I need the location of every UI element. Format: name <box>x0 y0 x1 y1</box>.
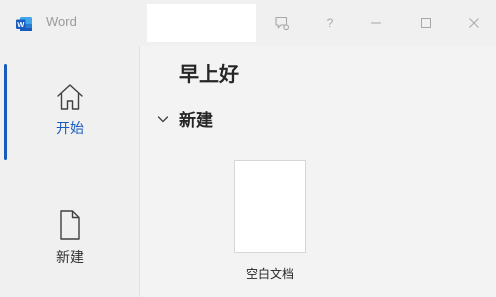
minimize-icon <box>371 22 381 24</box>
left-nav: 开始 新建 <box>0 46 140 297</box>
nav-item-label: 新建 <box>56 250 84 266</box>
home-icon <box>57 84 83 110</box>
app-title: Word <box>46 14 77 29</box>
word-logo-icon: W <box>16 17 32 31</box>
comment-icon <box>275 16 290 31</box>
page-title: 早上好 <box>179 62 239 86</box>
maximize-icon <box>421 18 431 28</box>
main-content: 早上好 新建 空白文档 <box>141 46 496 297</box>
close-icon <box>469 18 479 28</box>
blank-document-template[interactable] <box>234 160 306 253</box>
chevron-down-icon <box>157 115 169 122</box>
title-bar: W Word ? <box>0 0 496 46</box>
help-icon: ? <box>326 16 334 30</box>
template-label[interactable]: 空白文档 <box>221 265 319 282</box>
comments-button[interactable] <box>268 8 296 38</box>
word-start-window: W Word ? 开始 新建 早上好 新建 空白文档 <box>0 0 496 297</box>
nav-item-home[interactable]: 开始 <box>20 82 120 138</box>
nav-item-label: 开始 <box>56 121 84 137</box>
minimize-button[interactable] <box>362 8 390 38</box>
new-section-toggle[interactable]: 新建 <box>157 106 213 131</box>
nav-item-new[interactable]: 新建 <box>20 209 120 267</box>
search-box[interactable] <box>147 4 256 42</box>
close-button[interactable] <box>460 8 488 38</box>
section-title: 新建 <box>179 111 213 131</box>
new-document-icon <box>60 210 80 240</box>
active-nav-indicator <box>4 64 7 160</box>
maximize-button[interactable] <box>412 8 440 38</box>
svg-text:W: W <box>17 20 25 29</box>
help-button[interactable]: ? <box>316 8 344 38</box>
